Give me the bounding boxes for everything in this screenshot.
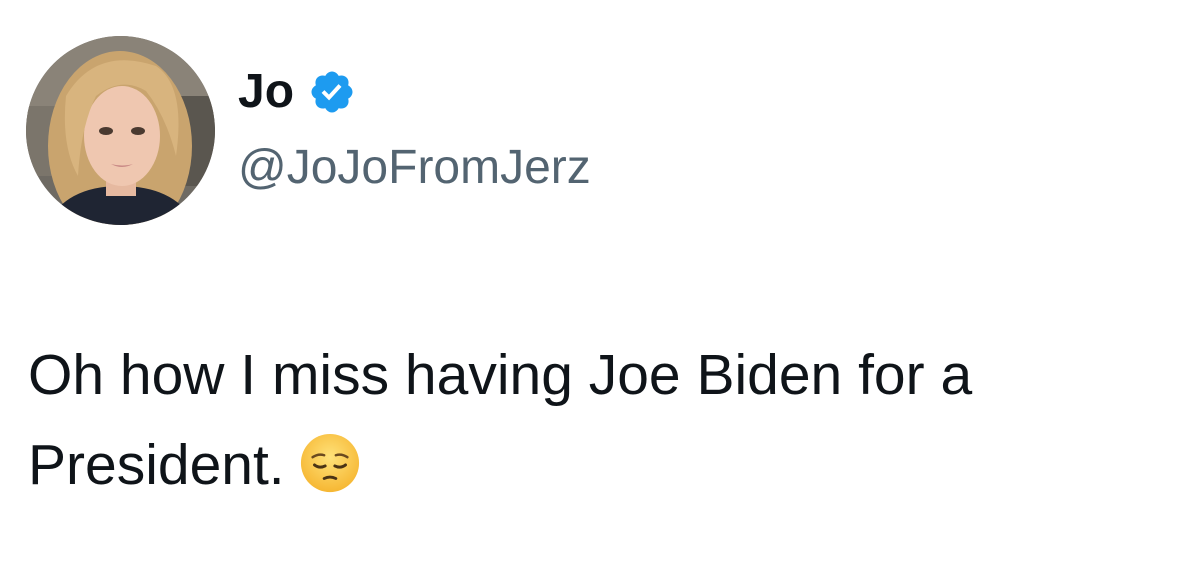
pensive-face-icon bbox=[299, 430, 361, 493]
tweet-body: Oh how I miss having Joe Biden for a Pre… bbox=[28, 343, 973, 497]
avatar[interactable] bbox=[26, 36, 215, 225]
name-row: Jo bbox=[238, 60, 591, 124]
verified-badge-icon bbox=[308, 68, 356, 116]
user-handle[interactable]: @JoJoFromJerz bbox=[238, 136, 591, 200]
profile-photo-icon bbox=[26, 36, 215, 225]
tweet-header: Jo @JoJoFromJerz bbox=[238, 60, 591, 200]
tweet-text: Oh how I miss having Joe Biden for a Pre… bbox=[28, 330, 1178, 510]
display-name[interactable]: Jo bbox=[238, 60, 294, 124]
tweet-card: Jo @JoJoFromJerz Oh how I miss having Jo… bbox=[0, 0, 1200, 578]
